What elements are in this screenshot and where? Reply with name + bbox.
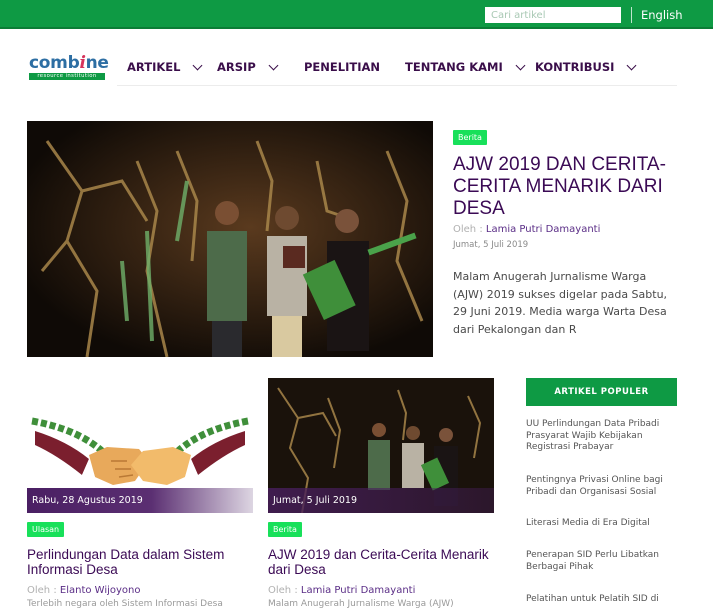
chevron-down-icon: [268, 60, 279, 70]
article-card-image[interactable]: Jumat, 5 Juli 2019: [268, 378, 494, 513]
article-date: Jumat, 5 Juli 2019: [453, 240, 529, 250]
award-stage-photo: [27, 121, 433, 357]
topbar-divider: [631, 7, 632, 23]
nav-item-label: ARTIKEL: [127, 60, 181, 74]
article-excerpt: Terlebih negara oleh Sistem Informasi De…: [27, 599, 223, 609]
byline-prefix: Oleh :: [268, 585, 301, 596]
author-link[interactable]: Elanto Wijoyono: [60, 585, 141, 596]
article-card-image[interactable]: Rabu, 28 Agustus 2019: [27, 389, 253, 513]
category-badge[interactable]: Ulasan: [27, 522, 65, 537]
article-byline: Oleh : Elanto Wijoyono: [27, 585, 141, 596]
logo-wordmark: comb i ne: [29, 53, 109, 73]
byline-prefix: Oleh :: [453, 224, 486, 235]
site-logo[interactable]: comb i ne resource institution: [29, 53, 109, 83]
popular-article-link[interactable]: Pentingnya Privasi Online bagi Pribadi d…: [526, 475, 671, 498]
byline-prefix: Oleh :: [27, 585, 60, 596]
nav-item-kontribusi[interactable]: KONTRIBUSI: [535, 60, 637, 74]
featured-article-image[interactable]: [27, 121, 433, 357]
chevron-down-icon: [515, 60, 526, 70]
popular-articles-header: ARTIKEL POPULER: [526, 378, 677, 406]
popular-article-link[interactable]: UU Perlindungan Data Pribadi Prasyarat W…: [526, 419, 671, 454]
logo-word-end: ne: [85, 53, 109, 73]
card-date: Rabu, 28 Agustus 2019: [27, 488, 253, 513]
author-link[interactable]: Lamia Putri Damayanti: [301, 585, 416, 596]
popular-article-link[interactable]: Literasi Media di Era Digital: [526, 518, 671, 530]
article-card-title[interactable]: AJW 2019 dan Cerita-Cerita Menarik dari …: [268, 547, 493, 577]
logo-word-start: comb: [29, 53, 80, 73]
nav-item-artikel[interactable]: ARTIKEL: [127, 60, 203, 74]
category-badge[interactable]: Berita: [268, 522, 302, 537]
chevron-down-icon: [627, 60, 637, 70]
article-excerpt: Malam Anugerah Jurnalisme Warga (AJW) 20…: [453, 270, 668, 336]
nav-item-label: ARSIP: [217, 60, 256, 74]
nav-item-arsip[interactable]: ARSIP: [217, 60, 279, 74]
nav-item-penelitian[interactable]: PENELITIAN: [304, 60, 380, 74]
chevron-down-icon: [193, 60, 203, 70]
nav-item-label: PENELITIAN: [304, 60, 381, 74]
category-badge[interactable]: Berita: [453, 130, 487, 145]
nav-item-label: TENTANG KAMI: [405, 60, 503, 74]
logo-tagline: resource institution: [29, 73, 105, 80]
search-input[interactable]: [485, 7, 621, 23]
nav-item-tentang-kami[interactable]: TENTANG KAMI: [405, 60, 526, 74]
main-navigation: ARTIKEL ARSIP PENELITIAN TENTANG KAMI KO…: [117, 48, 677, 86]
top-bar: English: [0, 0, 713, 29]
author-link[interactable]: Lamia Putri Damayanti: [486, 224, 601, 235]
article-byline: Oleh : Lamia Putri Damayanti: [453, 224, 600, 235]
article-card-title[interactable]: Perlindungan Data dalam Sistem Informasi…: [27, 547, 252, 577]
card-date: Jumat, 5 Juli 2019: [268, 488, 494, 513]
language-switch-link[interactable]: English: [641, 8, 683, 22]
featured-article-title[interactable]: AJW 2019 DAN CERITA-CERITA MENARIK DARI …: [453, 154, 683, 220]
popular-article-link[interactable]: Penerapan SID Perlu Libatkan Berbagai Pi…: [526, 550, 671, 573]
article-byline: Oleh : Lamia Putri Damayanti: [268, 585, 415, 596]
article-excerpt: Malam Anugerah Jurnalisme Warga (AJW): [268, 599, 454, 609]
nav-item-label: KONTRIBUSI: [535, 60, 615, 74]
